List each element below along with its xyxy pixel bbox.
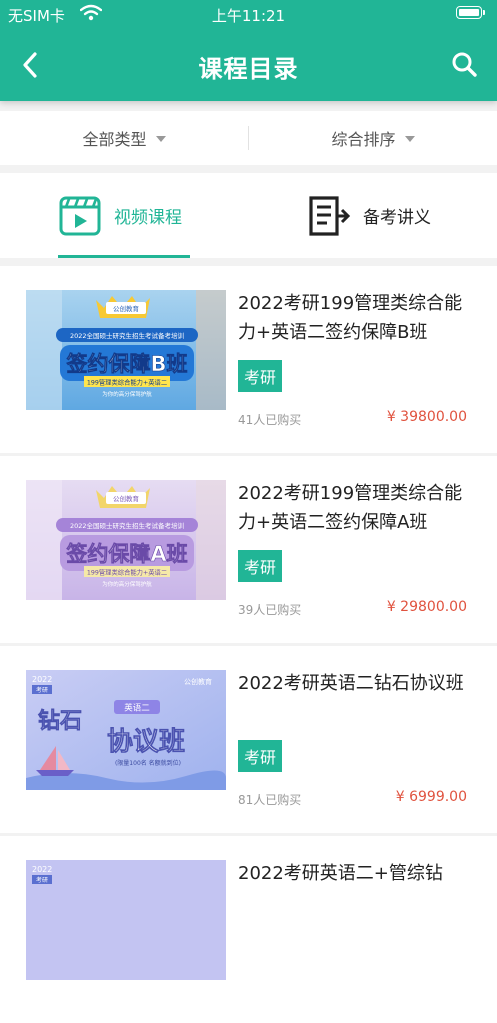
course-title: 2022考研英语二钻石协议班: [238, 673, 464, 694]
status-bar: 无SIM卡 上午11:21: [0, 0, 497, 30]
svg-text:2022: 2022: [32, 865, 52, 874]
page-title: 课程目录: [198, 55, 299, 83]
course-thumbnail-image: 2022 考研: [26, 860, 226, 980]
svg-text:考研: 考研: [36, 686, 48, 694]
svg-text:199管理类综合能力+英语二: 199管理类综合能力+英语二: [87, 378, 167, 387]
course-buyers: 41人已购买: [238, 413, 302, 427]
course-price: ¥ 29800.00: [386, 599, 467, 615]
svg-text:(限量100名 名额就到位): (限量100名 名额就到位): [115, 759, 181, 767]
filter-sort-label: 综合排序: [331, 130, 396, 149]
svg-text:2022: 2022: [32, 675, 52, 684]
course-price: ¥ 6999.00: [395, 789, 467, 805]
svg-text:公创教育: 公创教育: [184, 677, 212, 686]
course-title: 2022考研英语二+管综钻: [238, 863, 443, 884]
svg-text:钻石: 钻石: [38, 708, 82, 734]
nav-bar: 课程目录: [0, 30, 497, 101]
filter-sort-dropdown[interactable]: 综合排序: [249, 111, 497, 165]
active-tab-indicator: [58, 255, 190, 258]
tab-handouts-label: 备考讲义: [363, 208, 431, 228]
status-time: 上午11:21: [211, 7, 286, 25]
search-button[interactable]: [448, 48, 482, 82]
handout-icon: [309, 195, 351, 236]
course-buyers: 81人已购买: [238, 793, 302, 807]
battery-icon: [456, 6, 485, 19]
svg-text:公创教育: 公创教育: [113, 494, 140, 503]
course-buyers: 39人已购买: [238, 603, 302, 617]
course-thumbnail-image: 公创教育 2022全国硕士研究生招生考试备考培训 签约保障B班 199管理类综合…: [26, 290, 226, 410]
filter-bar: 全部类型 综合排序: [0, 111, 497, 165]
course-price: ¥ 39800.00: [386, 409, 467, 425]
svg-text:199管理类综合能力+英语二: 199管理类综合能力+英语二: [87, 568, 167, 577]
filter-type-dropdown[interactable]: 全部类型: [0, 111, 248, 165]
course-item[interactable]: 2022 考研 公创教育 英语二 钻石 协议班 (限量100名 名额就到位) 2…: [0, 646, 497, 833]
course-thumbnail: 公创教育 2022全国硕士研究生招生考试备考培训 签约保障A班 199管理类综合…: [26, 480, 226, 600]
svg-text:2022全国硕士研究生招生考试备考培训: 2022全国硕士研究生招生考试备考培训: [70, 331, 184, 340]
tab-video-label: 视频课程: [114, 208, 182, 228]
course-tag: 考研: [238, 550, 282, 582]
app-header: 无SIM卡 上午11:21 课程目录: [0, 0, 497, 101]
svg-text:公创教育: 公创教育: [113, 304, 140, 313]
course-thumbnail: 2022 考研: [26, 860, 226, 980]
filter-type-label: 全部类型: [82, 130, 147, 149]
course-title: 2022考研199管理类综合能力+英语二签约保障B班: [238, 293, 463, 343]
video-course-icon: [59, 196, 101, 235]
course-item[interactable]: 2022 考研 2022考研英语二+管综钻: [0, 836, 497, 1023]
svg-text:为你的高分保驾护航: 为你的高分保驾护航: [102, 390, 152, 398]
svg-text:协议班: 协议班: [107, 727, 185, 757]
tab-bar: 视频课程 备考讲义: [0, 173, 497, 258]
course-tag: 考研: [238, 740, 282, 772]
course-item[interactable]: 公创教育 2022全国硕士研究生招生考试备考培训 签约保障B班 199管理类综合…: [0, 266, 497, 453]
svg-text:2022全国硕士研究生招生考试备考培训: 2022全国硕士研究生招生考试备考培训: [70, 521, 184, 530]
tab-handouts[interactable]: 备考讲义: [307, 173, 431, 258]
caret-down-icon: [155, 136, 166, 142]
course-title: 2022考研199管理类综合能力+英语二签约保障A班: [238, 483, 463, 533]
course-item[interactable]: 公创教育 2022全国硕士研究生招生考试备考培训 签约保障A班 199管理类综合…: [0, 456, 497, 643]
svg-text:签约保障A班: 签约保障A班: [65, 542, 187, 566]
svg-text:为你的高分保驾护航: 为你的高分保驾护航: [102, 580, 152, 588]
search-icon: [452, 52, 477, 77]
course-thumbnail-image: 2022 考研 公创教育 英语二 钻石 协议班 (限量100名 名额就到位): [26, 670, 226, 790]
course-thumbnail: 公创教育 2022全国硕士研究生招生考试备考培训 签约保障B班 199管理类综合…: [26, 290, 226, 410]
course-thumbnail-image: 公创教育 2022全国硕士研究生招生考试备考培训 签约保障A班 199管理类综合…: [26, 480, 226, 600]
course-thumbnail: 2022 考研 公创教育 英语二 钻石 协议班 (限量100名 名额就到位): [26, 670, 226, 790]
svg-text:英语二: 英语二: [124, 703, 150, 714]
course-tag: 考研: [238, 360, 282, 392]
tab-video-courses[interactable]: 视频课程: [58, 173, 182, 258]
caret-down-icon: [404, 136, 415, 142]
svg-text:签约保障B班: 签约保障B班: [65, 352, 187, 376]
